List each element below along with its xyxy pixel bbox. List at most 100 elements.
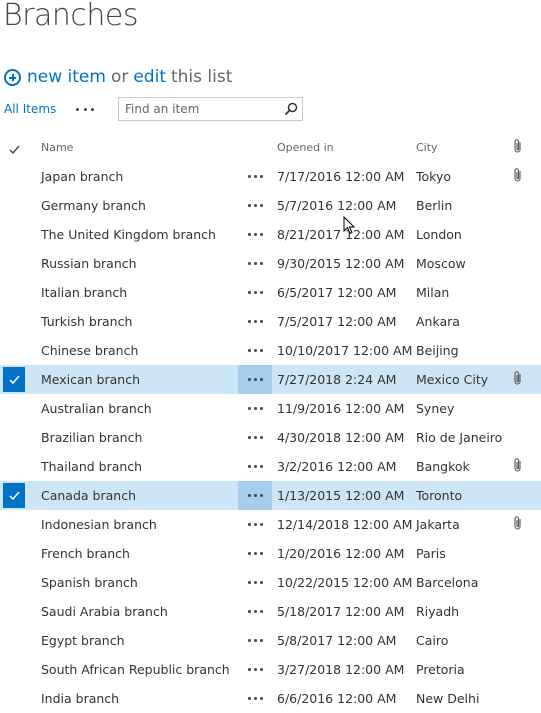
row-name-link[interactable]: Saudi Arabia branch: [41, 604, 168, 619]
row-ellipsis-icon[interactable]: [238, 307, 272, 336]
row-name-link[interactable]: Australian branch: [41, 401, 152, 416]
row-ellipsis-icon[interactable]: [238, 394, 272, 423]
row-ellipsis-icon[interactable]: [238, 626, 272, 655]
row-name-link[interactable]: Japan branch: [41, 169, 123, 184]
row-ellipsis-icon[interactable]: [238, 539, 272, 568]
row-city: Riyadh: [416, 604, 460, 619]
row-ellipsis-icon[interactable]: [238, 655, 272, 684]
row-opened-in: 7/5/2017 12:00 AM: [277, 314, 397, 329]
row-name-link[interactable]: Brazilian branch: [41, 430, 142, 445]
row-name-link[interactable]: Canada branch: [41, 488, 136, 503]
row-opened-in: 12/14/2018 12:00 AM: [277, 517, 413, 532]
row-city: Pretoria: [416, 662, 465, 677]
row-name-link[interactable]: India branch: [41, 691, 119, 706]
row-opened-in: 10/10/2017 12:00 AM: [277, 343, 413, 358]
row-checkmark-icon[interactable]: [3, 483, 25, 508]
mouse-cursor-icon: [343, 215, 356, 239]
row-city: Jakarta: [416, 517, 460, 532]
attachment-column-paperclip-icon[interactable]: [513, 138, 524, 158]
command-bar: new item or edit this list: [4, 64, 232, 90]
row-name-link[interactable]: Chinese branch: [41, 343, 138, 358]
edit-link[interactable]: edit: [133, 67, 166, 87]
row-ellipsis-icon[interactable]: [238, 191, 272, 220]
column-header-city[interactable]: City: [416, 141, 438, 154]
table-row[interactable]: Australian branch 11/9/2016 12:00 AM Syney: [0, 394, 541, 423]
row-ellipsis-icon[interactable]: [238, 162, 272, 191]
row-name-link[interactable]: Russian branch: [41, 256, 137, 271]
new-item-link[interactable]: new item: [27, 67, 106, 87]
table-row[interactable]: Egypt branch 5/8/2017 12:00 AM Cairo: [0, 626, 541, 655]
row-name-link[interactable]: French branch: [41, 546, 130, 561]
row-opened-in: 5/8/2017 12:00 AM: [277, 633, 397, 648]
row-ellipsis-icon[interactable]: [238, 220, 272, 249]
row-ellipsis-icon[interactable]: [238, 278, 272, 307]
row-ellipsis-icon[interactable]: [238, 336, 272, 365]
row-opened-in: 1/13/2015 12:00 AM: [277, 488, 405, 503]
plus-circle-icon[interactable]: [4, 68, 21, 86]
row-opened-in: 7/27/2018 2:24 AM: [277, 372, 397, 387]
table-row[interactable]: Spanish branch 10/22/2015 12:00 AM Barcelo…: [0, 568, 541, 597]
row-opened-in: 6/6/2016 12:00 AM: [277, 691, 397, 706]
row-name-link[interactable]: Germany branch: [41, 198, 146, 213]
row-paperclip-icon: [513, 370, 524, 390]
row-city: Toronto: [416, 488, 463, 503]
table-row[interactable]: Turkish branch 7/5/2017 12:00 AM Ankara: [0, 307, 541, 336]
table-row[interactable]: South African Republic branch 3/27/2018 1…: [0, 655, 541, 684]
column-header-opened-in[interactable]: Opened in: [277, 141, 334, 154]
this-list-text: this list: [170, 67, 233, 87]
row-ellipsis-icon[interactable]: [238, 249, 272, 278]
row-ellipsis-icon[interactable]: [238, 568, 272, 597]
row-name-link[interactable]: Indonesian branch: [41, 517, 157, 532]
row-ellipsis-icon[interactable]: [238, 597, 272, 626]
view-all-items-link[interactable]: All Items: [4, 102, 56, 116]
table-row[interactable]: The United Kingdom branch 8/21/2017 12:00…: [0, 220, 541, 249]
select-all-checkmark-icon[interactable]: [9, 140, 20, 159]
row-city: Bangkok: [416, 459, 470, 474]
row-name-link[interactable]: Turkish branch: [41, 314, 132, 329]
table-row[interactable]: French branch 1/20/2016 12:00 AM Paris: [0, 539, 541, 568]
row-ellipsis-icon[interactable]: [238, 684, 272, 713]
row-paperclip-icon: [513, 515, 524, 535]
table-row[interactable]: Germany branch 5/7/2016 12:00 AM Berlin: [0, 191, 541, 220]
table-row[interactable]: Russian branch 9/30/2015 12:00 AM Moscow: [0, 249, 541, 278]
row-opened-in: 10/22/2015 12:00 AM: [277, 575, 413, 590]
row-name-link[interactable]: Thailand branch: [41, 459, 142, 474]
row-opened-in: 8/21/2017 12:00 AM: [277, 227, 405, 242]
row-ellipsis-icon[interactable]: [238, 365, 272, 394]
row-name-link[interactable]: Spanish branch: [41, 575, 138, 590]
row-ellipsis-icon[interactable]: [238, 510, 272, 539]
row-opened-in: 6/5/2017 12:00 AM: [277, 285, 397, 300]
row-name-link[interactable]: Mexican branch: [41, 372, 140, 387]
table-row[interactable]: India branch 6/6/2016 12:00 AM New Delhi: [0, 684, 541, 713]
row-name-link[interactable]: Italian branch: [41, 285, 127, 300]
table-row[interactable]: Japan branch 7/17/2016 12:00 AM Tokyo: [0, 162, 541, 191]
table-row[interactable]: Brazilian branch 4/30/2018 12:00 AM Rio de…: [0, 423, 541, 452]
row-opened-in: 5/18/2017 12:00 AM: [277, 604, 405, 619]
table-row[interactable]: Italian branch 6/5/2017 12:00 AM Milan: [0, 278, 541, 307]
row-opened-in: 4/30/2018 12:00 AM: [277, 430, 405, 445]
search-input[interactable]: [119, 102, 280, 116]
table-row[interactable]: Saudi Arabia branch 5/18/2017 12:00 AM Riy…: [0, 597, 541, 626]
row-opened-in: 7/17/2016 12:00 AM: [277, 169, 405, 184]
row-city: Syney: [416, 401, 455, 416]
row-city: London: [416, 227, 462, 242]
table-row[interactable]: Canada branch 1/13/2015 12:00 AM Toronto: [0, 481, 541, 510]
row-name-link[interactable]: Egypt branch: [41, 633, 125, 648]
row-ellipsis-icon[interactable]: [238, 423, 272, 452]
table-row[interactable]: Chinese branch 10/10/2017 12:00 AM Beijing: [0, 336, 541, 365]
table-row[interactable]: Thailand branch 3/2/2016 12:00 AM Bangkok: [0, 452, 541, 481]
row-city: Beijing: [416, 343, 459, 358]
row-name-link[interactable]: South African Republic branch: [41, 662, 230, 677]
search-icon[interactable]: [280, 98, 302, 120]
view-more-ellipsis-icon[interactable]: [76, 107, 95, 111]
table-row[interactable]: Mexican branch 7/27/2018 2:24 AM Mexico Ci…: [0, 365, 541, 394]
row-checkmark-icon[interactable]: [3, 367, 25, 392]
view-selector-bar: All Items: [4, 97, 95, 121]
column-header-name[interactable]: Name: [41, 141, 73, 154]
row-ellipsis-icon[interactable]: [238, 452, 272, 481]
row-ellipsis-icon[interactable]: [238, 481, 272, 510]
row-name-link[interactable]: The United Kingdom branch: [41, 227, 216, 242]
row-city: Cairo: [416, 633, 449, 648]
row-paperclip-icon: [513, 167, 524, 187]
table-row[interactable]: Indonesian branch 12/14/2018 12:00 AM Jaka…: [0, 510, 541, 539]
